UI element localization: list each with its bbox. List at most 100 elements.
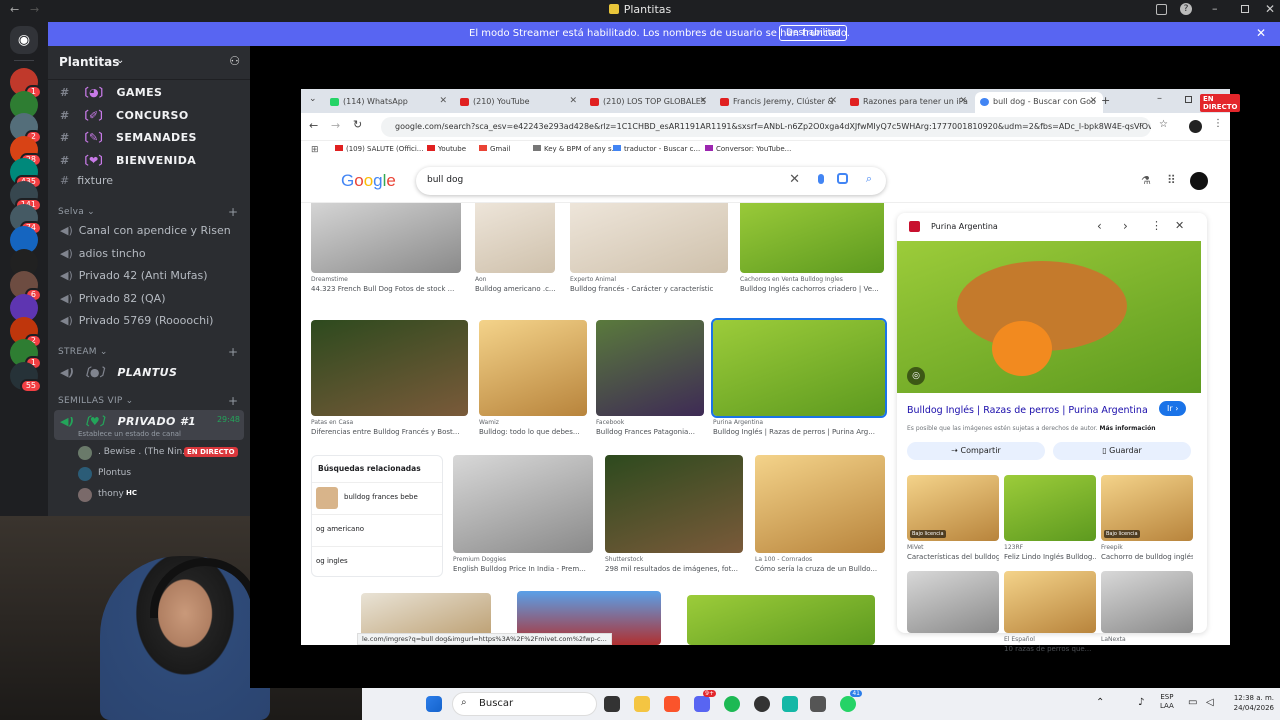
tab-close-icon[interactable]: ✕ <box>959 96 967 106</box>
result-source[interactable]: Shutterstock <box>605 556 643 563</box>
tab-close-icon[interactable]: ✕ <box>699 96 707 106</box>
whatsapp-icon[interactable]: 41 <box>840 690 862 712</box>
voice-channel-item[interactable]: ◀) Canal con apendice y Risen <box>60 224 231 237</box>
related-caption[interactable]: Cachorro de bulldog inglés... <box>1101 553 1193 561</box>
language-indicator[interactable]: ESP LAA <box>1160 693 1174 711</box>
channel-item[interactable]: # 〔✎〕 SEMANADES <box>60 129 197 145</box>
result-image[interactable] <box>570 203 728 273</box>
google-apps-icon[interactable]: ⠿ <box>1167 173 1176 187</box>
result-source[interactable]: Experto Animal <box>570 276 616 283</box>
browser-tab[interactable]: Razones para tener un iPa ✕ <box>845 92 973 113</box>
prev-icon[interactable]: ‹ <box>1097 219 1102 233</box>
result-caption[interactable]: Bulldog Inglés cachorros criadero | Ve..… <box>740 285 884 293</box>
forward-arrow-icon[interactable]: → <box>331 119 340 132</box>
related-item[interactable]: og americano <box>312 514 442 544</box>
next-icon[interactable]: › <box>1123 219 1128 233</box>
discord-home-icon[interactable]: ◉ <box>10 26 38 54</box>
related-image[interactable] <box>907 571 999 633</box>
menu-icon[interactable]: ⋮ <box>1213 118 1223 129</box>
related-image[interactable] <box>1101 571 1193 633</box>
add-channel-icon[interactable]: + <box>228 394 238 408</box>
maximize-icon[interactable] <box>1241 5 1249 13</box>
browser-tab[interactable]: Francis Jeremy, Clúster & ✕ <box>715 92 843 113</box>
result-image[interactable] <box>755 455 885 553</box>
category-header[interactable]: STREAM ⌄ <box>58 347 108 357</box>
stream-channel-item[interactable]: ◀) 〔●〕 PLANTUS <box>60 364 177 380</box>
voice-channel-item[interactable]: ◀) adios tincho <box>60 247 146 260</box>
server-header[interactable]: Plantitas ⌄ ⚇ <box>48 46 250 80</box>
voice-channel-item[interactable]: ◀) Privado 42 (Anti Mufas) <box>60 269 208 282</box>
browser-tab[interactable]: (114) WhatsApp ✕ <box>325 92 453 113</box>
preview-image[interactable]: ◎ <box>897 241 1201 393</box>
start-icon[interactable] <box>426 696 442 712</box>
voice-user-name[interactable]: thony <box>98 489 124 499</box>
voice-user-name[interactable]: Plontus <box>98 468 131 478</box>
related-caption[interactable]: 10 razas de perros que... <box>1004 645 1096 653</box>
related-source[interactable]: Freepik <box>1101 544 1123 551</box>
channel-item[interactable]: # fixture <box>60 174 113 187</box>
result-caption[interactable]: Cómo sería la cruza de un Bulldo... <box>755 565 885 573</box>
reload-icon[interactable]: ↻ <box>353 118 362 131</box>
result-source[interactable]: Patas en Casa <box>311 419 353 426</box>
browser-tab[interactable]: (210) LOS TOP GLOBALES ✕ <box>585 92 713 113</box>
voice-user-name[interactable]: . Bewise . (The Nin... <box>98 447 191 457</box>
result-image[interactable] <box>479 320 587 416</box>
apps-icon[interactable]: ⊞ <box>311 145 319 155</box>
category-header[interactable]: SEMILLAS VIP ⌄ <box>58 396 133 406</box>
bookmark-item[interactable]: Gmail <box>479 145 510 153</box>
related-image[interactable] <box>1004 571 1096 633</box>
browser-minimize-icon[interactable]: – <box>1157 93 1162 104</box>
avatar[interactable] <box>78 488 92 502</box>
add-member-icon[interactable]: ⚇ <box>229 54 240 68</box>
tab-close-icon[interactable]: ✕ <box>569 96 577 106</box>
visit-button[interactable]: Ir › <box>1159 401 1187 416</box>
zoom-icon[interactable]: ⌕ <box>1139 120 1144 130</box>
result-source[interactable]: Cachorros en Venta Bulldog Ingles <box>740 276 843 283</box>
tab-close-icon[interactable]: ✕ <box>829 96 837 106</box>
channel-item[interactable]: # 〔❤〕 BIENVENIDA <box>60 152 196 168</box>
related-image[interactable]: Bajo licencia <box>1101 475 1193 541</box>
bookmark-item[interactable]: Key & BPM of any s... <box>533 145 618 153</box>
related-image[interactable]: Bajo licencia <box>907 475 999 541</box>
related-item[interactable]: bulldog frances bebe <box>312 482 442 512</box>
result-image[interactable] <box>311 203 461 273</box>
add-channel-icon[interactable]: + <box>228 205 238 219</box>
spotify-icon[interactable] <box>724 696 740 712</box>
task-view-icon[interactable] <box>604 696 620 712</box>
result-caption[interactable]: 44.323 French Bull Dog Fotos de stock ..… <box>311 285 461 293</box>
result-caption[interactable]: Bulldog Frances Patagonia... <box>596 428 704 436</box>
result-image[interactable] <box>605 455 743 553</box>
inbox-icon[interactable] <box>1156 4 1167 15</box>
url-input[interactable]: google.com/search?sca_esv=e42243e293ad42… <box>381 117 1151 137</box>
related-image[interactable] <box>1004 475 1096 541</box>
result-caption[interactable]: Bulldog: todo lo que debes... <box>479 428 587 436</box>
result-image[interactable] <box>740 203 884 273</box>
app-icon[interactable] <box>810 696 826 712</box>
result-source[interactable]: Dreamstime <box>311 276 348 283</box>
labs-icon[interactable]: ⚗ <box>1141 174 1151 187</box>
result-caption[interactable]: Bulldog americano .c... <box>475 285 555 293</box>
search-icon[interactable]: ⌕ <box>866 172 872 186</box>
panel-title[interactable]: Bulldog Inglés | Razas de perros | Purin… <box>907 405 1148 416</box>
result-image[interactable] <box>596 320 704 416</box>
back-arrow-icon[interactable]: ← <box>309 119 318 132</box>
banner-close-icon[interactable]: ✕ <box>1256 26 1266 40</box>
result-caption[interactable]: Diferencias entre Bulldog Francés y Bost… <box>311 428 468 436</box>
audio-app-icon[interactable] <box>782 696 798 712</box>
obs-icon[interactable] <box>754 696 770 712</box>
result-image[interactable] <box>475 203 555 273</box>
search-query[interactable]: bull dog <box>427 175 463 185</box>
bookmark-item[interactable]: Youtube <box>427 145 466 153</box>
result-source[interactable]: Purina Argentina <box>713 419 763 426</box>
result-image[interactable] <box>711 318 887 418</box>
related-source[interactable]: LaNexta <box>1101 636 1126 643</box>
voice-channel-item[interactable]: ◀) Privado 5769 (Roooochi) <box>60 314 213 327</box>
result-source[interactable]: Facebook <box>596 419 624 426</box>
network-icon[interactable]: ▭ <box>1188 697 1197 708</box>
new-tab-button[interactable]: + <box>1101 94 1110 107</box>
clock[interactable]: 12:38 a. m. 24/04/2026 <box>1222 693 1274 713</box>
clear-icon[interactable]: ✕ <box>789 172 800 187</box>
browser-tab[interactable]: (210) YouTube ✕ <box>455 92 583 113</box>
related-source[interactable]: MiVet <box>907 544 924 551</box>
result-caption[interactable]: Bulldog Inglés | Razas de perros | Purin… <box>713 428 885 436</box>
